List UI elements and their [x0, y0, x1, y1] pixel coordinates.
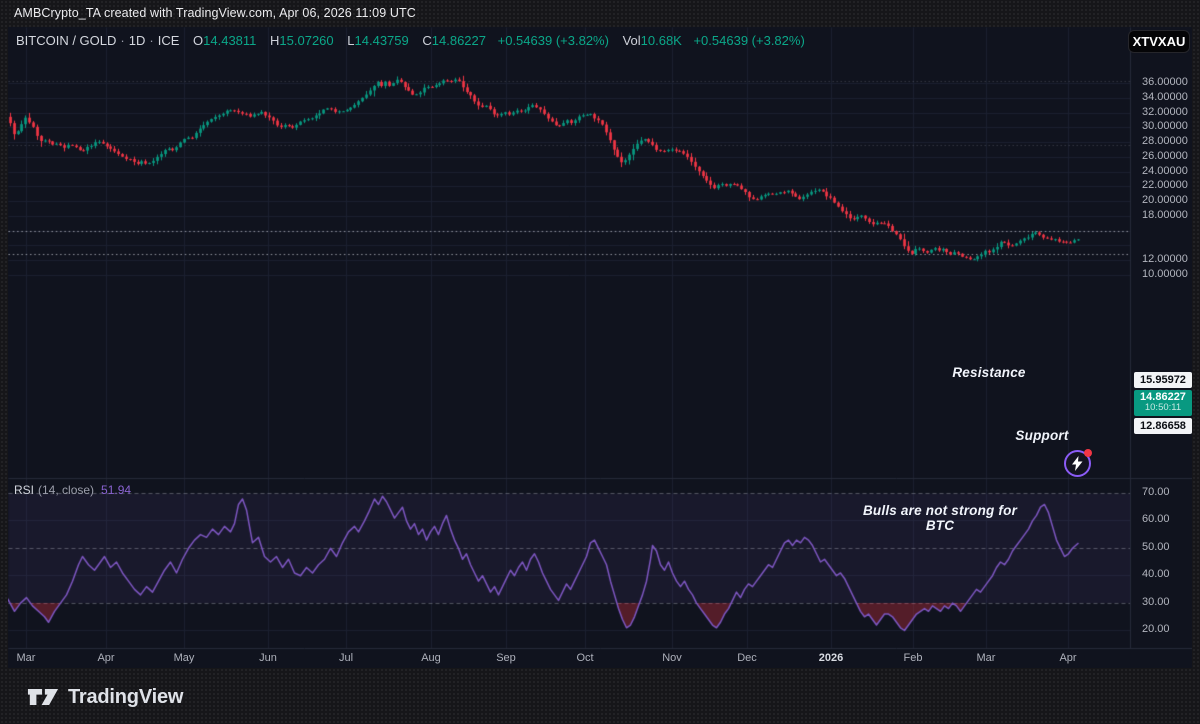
price-tick: 24.00000 [1142, 165, 1200, 177]
chart-canvas[interactable] [8, 27, 1192, 668]
price-tick: 10.00000 [1142, 268, 1200, 280]
resistance-price-label: 15.95972 [1134, 372, 1192, 388]
price-tick: 20.00000 [1142, 194, 1200, 206]
time-tick: Nov [650, 652, 694, 664]
resistance-annotation: Resistance [940, 365, 1038, 380]
price-tick: 28.00000 [1142, 135, 1200, 147]
price-tick: 18.00000 [1142, 209, 1200, 221]
tradingview-snapshot: { "attribution": "AMBCrypto_TA created w… [0, 0, 1200, 724]
rsi-tick: 40.00 [1142, 568, 1200, 580]
exchange-label: ICE [158, 33, 180, 48]
timeframe-label[interactable]: 1D [129, 33, 146, 48]
time-tick: Mar [4, 652, 48, 664]
attribution-text: AMBCrypto_TA created with TradingView.co… [14, 6, 416, 20]
tradingview-logo-icon[interactable] [27, 684, 59, 711]
volume-value: 10.68K [641, 33, 682, 48]
open-label: O [193, 33, 203, 48]
rsi-note-annotation: Bulls are not strong for BTC [850, 503, 1030, 533]
close-label: C [422, 33, 431, 48]
rsi-legend: RSI (14, close) 51.94 [14, 483, 131, 497]
price-tick: 34.00000 [1142, 91, 1200, 103]
rsi-tick: 50.00 [1142, 541, 1200, 553]
support-annotation: Support [999, 428, 1085, 443]
change-value: +0.54639 (+3.82%) [498, 33, 609, 48]
volume-change: +0.54639 (+3.82%) [693, 33, 804, 48]
time-tick: Feb [891, 652, 935, 664]
time-tick: Apr [84, 652, 128, 664]
rsi-tick: 60.00 [1142, 513, 1200, 525]
time-tick: Jun [246, 652, 290, 664]
notification-dot [1084, 449, 1092, 457]
time-tick: Mar [964, 652, 1008, 664]
time-tick: Oct [563, 652, 607, 664]
low-label: L [347, 33, 354, 48]
rsi-value: 51.94 [101, 483, 131, 497]
rsi-tick: 30.00 [1142, 596, 1200, 608]
symbol-title[interactable]: BITCOIN / GOLD [16, 33, 116, 48]
current-price-label: 14.86227 10:50:11 [1134, 390, 1192, 416]
bar-countdown: 10:50:11 [1134, 403, 1192, 413]
time-tick: Apr [1046, 652, 1090, 664]
low-value: 14.43759 [355, 33, 409, 48]
time-tick: May [162, 652, 206, 664]
legend-separator-2: · [149, 33, 153, 48]
price-tick: 32.00000 [1142, 106, 1200, 118]
tradingview-brand-text[interactable]: TradingView [68, 686, 183, 709]
price-tick: 22.00000 [1142, 179, 1200, 191]
price-tick: 12.00000 [1142, 253, 1200, 265]
close-value: 14.86227 [432, 33, 486, 48]
symbol-legend: BITCOIN / GOLD·1D·ICE O14.43811 H15.0726… [16, 33, 805, 48]
open-value: 14.43811 [203, 33, 256, 48]
volume-label: Vol [623, 33, 641, 48]
high-value: 15.07260 [279, 33, 333, 48]
time-tick: Aug [409, 652, 453, 664]
legend-separator: · [120, 33, 124, 48]
support-price-label: 12.86658 [1134, 418, 1192, 434]
price-tick: 26.00000 [1142, 150, 1200, 162]
chart-panel [8, 27, 1192, 668]
footer-bar: TradingView [27, 681, 183, 713]
rsi-tick: 20.00 [1142, 623, 1200, 635]
boost-icon[interactable] [1064, 450, 1091, 477]
rsi-params: (14, close) [38, 483, 94, 497]
rsi-name[interactable]: RSI [14, 483, 34, 497]
price-tick: 30.00000 [1142, 120, 1200, 132]
time-tick: Dec [725, 652, 769, 664]
time-tick: Sep [484, 652, 528, 664]
lightning-icon [1071, 456, 1084, 471]
rsi-tick: 70.00 [1142, 486, 1200, 498]
high-label: H [270, 33, 279, 48]
time-tick: 2026 [809, 652, 853, 664]
time-tick: Jul [324, 652, 368, 664]
price-tick: 36.00000 [1142, 76, 1200, 88]
watermark-badge: XTVXAU [1128, 30, 1190, 53]
